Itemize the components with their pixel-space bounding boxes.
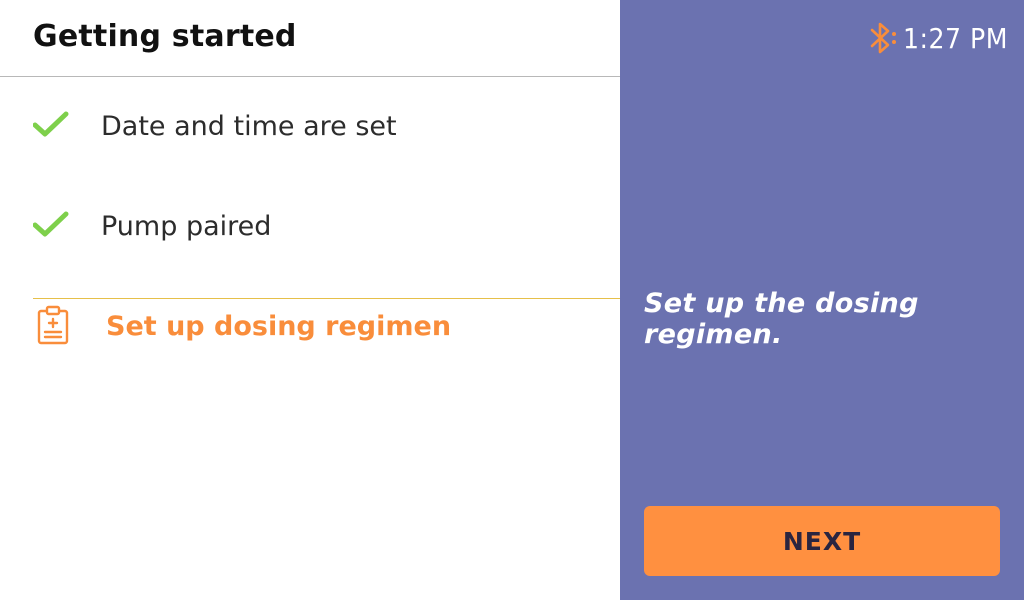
- active-step-divider: [33, 298, 620, 299]
- steps-pane: Getting started Date and time are set Pu…: [0, 0, 620, 600]
- next-button[interactable]: NEXT: [644, 506, 1000, 576]
- header: Getting started: [0, 0, 620, 77]
- getting-started-screen: Getting started Date and time are set Pu…: [0, 0, 1024, 600]
- step-date-time: Date and time are set: [0, 77, 620, 177]
- side-panel: 1:27 PM Set up the dosing regimen. NEXT: [620, 0, 1024, 600]
- clipboard-icon: [37, 305, 69, 345]
- page-title: Getting started: [33, 19, 297, 54]
- bluetooth-icon: [870, 22, 896, 54]
- status-bar: 1:27 PM: [863, 20, 1008, 56]
- clock: 1:27 PM: [903, 21, 1008, 55]
- step-dosing-regimen[interactable]: Set up dosing regimen: [0, 277, 620, 377]
- step-pump-paired: Pump paired: [0, 177, 620, 277]
- check-icon: [33, 211, 69, 237]
- step-label: Date and time are set: [101, 111, 397, 142]
- step-label: Set up dosing regimen: [106, 311, 452, 342]
- check-icon: [33, 111, 69, 137]
- steps-list: Date and time are set Pump paired Set up…: [0, 77, 620, 377]
- hint-text: Set up the dosing regimen.: [644, 288, 919, 350]
- step-label: Pump paired: [101, 211, 272, 242]
